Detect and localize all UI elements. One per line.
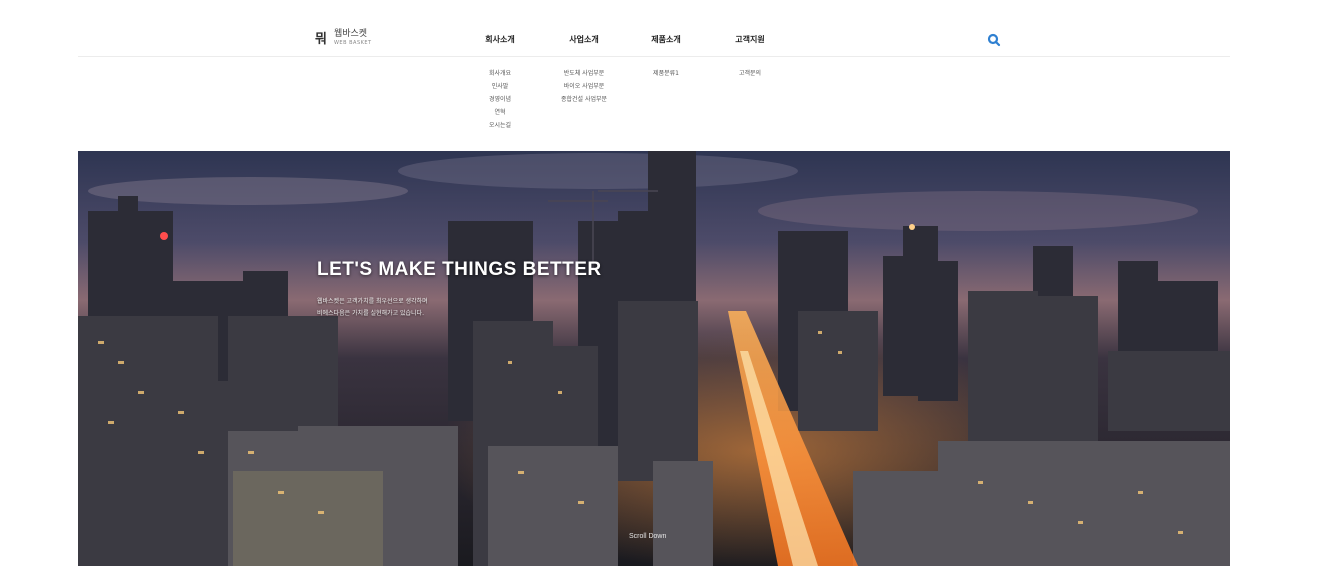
nav-company: 회사소개 회사개요 인사말 경영이념 연혁 오시는길 <box>455 34 545 129</box>
nav-subitem[interactable]: 연혁 <box>455 107 545 116</box>
header-divider <box>78 56 1230 57</box>
nav-title-business[interactable]: 사업소개 <box>539 34 629 52</box>
nav-title-company[interactable]: 회사소개 <box>455 34 545 52</box>
nav-subitem[interactable]: 제품분류1 <box>621 68 711 77</box>
nav-submenu-company: 회사개요 인사말 경영이념 연혁 오시는길 <box>455 68 545 129</box>
hero-description: 웹바스켓은 고객가치를 최우선으로 생각하며 비에스다음은 가치를 실현해가고 … <box>317 296 617 320</box>
scroll-down-link[interactable]: Scroll Down <box>629 533 666 540</box>
hero-banner: LET'S MAKE THINGS BETTER 웹바스켓은 고객가치를 최우선… <box>78 151 1230 566</box>
nav-submenu-business: 반도체 사업부문 바이오 사업부문 종합건설 사업부문 <box>539 68 629 103</box>
nav-business: 사업소개 반도체 사업부문 바이오 사업부문 종합건설 사업부문 <box>539 34 629 103</box>
logo-mark: 뭐 <box>315 32 327 47</box>
nav-subitem[interactable]: 경영이념 <box>455 94 545 103</box>
nav-subitem[interactable]: 인사말 <box>455 81 545 90</box>
hero-desc-line: 웹바스켓은 고객가치를 최우선으로 생각하며 <box>317 298 428 305</box>
site-header: 뭐 웹바스켓 WEB BASKET 회사소개 회사개요 인사말 경영이념 연혁 … <box>0 0 1320 140</box>
nav-subitem[interactable]: 고객문의 <box>705 68 795 77</box>
logo-text: 웹바스켓 WEB BASKET <box>333 28 372 46</box>
city-skyline-image <box>78 151 1230 566</box>
hero-title: LET'S MAKE THINGS BETTER <box>317 259 602 280</box>
nav-subitem[interactable]: 오시는길 <box>455 120 545 129</box>
nav-submenu-products: 제품분류1 <box>621 68 711 77</box>
search-icon <box>987 33 1001 47</box>
nav-subitem[interactable]: 회사개요 <box>455 68 545 77</box>
logo-name: 웹바스켓 <box>333 28 368 39</box>
logo[interactable]: 뭐 웹바스켓 WEB BASKET <box>315 28 372 47</box>
nav-subitem[interactable]: 종합건설 사업부문 <box>539 94 629 103</box>
nav-submenu-support: 고객문의 <box>705 68 795 77</box>
logo-sub: WEB BASKET <box>333 39 372 46</box>
nav-title-products[interactable]: 제품소개 <box>621 34 711 52</box>
nav-title-support[interactable]: 고객지원 <box>705 34 795 52</box>
nav-subitem[interactable]: 바이오 사업부문 <box>539 81 629 90</box>
search-button[interactable] <box>987 32 1001 47</box>
nav-subitem[interactable]: 반도체 사업부문 <box>539 68 629 77</box>
hero-desc-line: 비에스다음은 가치를 실현해가고 있습니다. <box>317 310 424 317</box>
